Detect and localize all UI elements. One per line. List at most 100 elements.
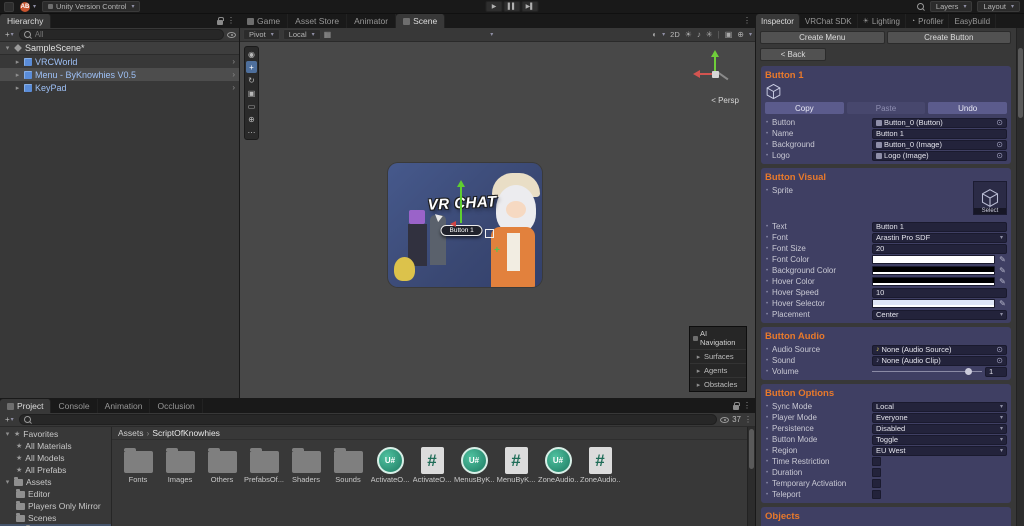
transform-tool[interactable]: ⊕: [246, 113, 257, 125]
ai-nav-surfaces[interactable]: ▸ Surfaces: [690, 349, 746, 363]
hierarchy-item-menu[interactable]: ▸ Menu - ByKnowhies V0.5 ›: [0, 68, 239, 81]
sprite-select-button[interactable]: Select: [974, 208, 1006, 214]
tab-asset-store[interactable]: Asset Store: [288, 14, 348, 28]
eyedropper-icon[interactable]: ✎: [998, 266, 1007, 275]
gizmos-icon[interactable]: ⊕: [737, 30, 744, 39]
view-tool[interactable]: ◉: [246, 48, 257, 60]
tab-occlusion[interactable]: Occlusion: [150, 399, 203, 413]
foldout-icon[interactable]: ▸: [14, 71, 21, 79]
hierarchy-search-input[interactable]: [34, 30, 219, 39]
ai-nav-obstacles[interactable]: ▸ Obstacles: [690, 377, 746, 391]
object-picker-icon[interactable]: ⊙: [996, 356, 1003, 365]
move-tool[interactable]: +: [246, 61, 257, 73]
background-object-field[interactable]: Button_0 (Image) ⊙: [872, 139, 1007, 150]
lock-icon[interactable]: [217, 16, 224, 25]
pause-button[interactable]: ▌▌: [503, 1, 521, 12]
asset-item-activate-script[interactable]: ActivateO...: [412, 444, 452, 484]
scene-preview-image[interactable]: VR CHAT Button 1 +: [388, 163, 542, 287]
button-object-field[interactable]: Button_0 (Button) ⊙: [872, 117, 1007, 128]
volume-value-field[interactable]: 1: [985, 366, 1007, 377]
duration-field[interactable]: [872, 468, 881, 477]
teleport-checkbox[interactable]: [872, 490, 881, 499]
scene-visibility-icon[interactable]: [227, 31, 236, 38]
object-picker-icon[interactable]: ⊙: [996, 118, 1003, 127]
time-restriction-checkbox[interactable]: [872, 457, 881, 466]
tab-vrchat-sdk[interactable]: VRChat SDK: [800, 14, 858, 28]
favorite-all-prefabs[interactable]: ★ All Prefabs: [0, 464, 111, 476]
folder-editor[interactable]: Editor: [0, 488, 111, 500]
tab-animator[interactable]: Animator: [347, 14, 397, 28]
create-button-button[interactable]: Create Button: [886, 31, 1011, 44]
slider-handle[interactable]: [965, 368, 973, 375]
font-size-field[interactable]: 20: [872, 243, 1007, 254]
audio-source-object-field[interactable]: ♪ None (Audio Source) ⊙: [872, 344, 1007, 355]
font-dropdown[interactable]: Arastin Pro SDF ▾: [872, 232, 1007, 243]
asset-item-menu-script[interactable]: MenuByK...: [496, 444, 536, 484]
player-mode-dropdown[interactable]: Everyone ▾: [872, 412, 1007, 423]
2d-toggle[interactable]: 2D: [670, 30, 680, 39]
volume-slider[interactable]: [872, 367, 982, 376]
hierarchy-item-keypad[interactable]: ▸ KeyPad ›: [0, 81, 239, 94]
button-mode-dropdown[interactable]: Toggle ▾: [872, 434, 1007, 445]
scene-lighting-icon[interactable]: ☀: [685, 30, 692, 39]
scene-canvas[interactable]: ◉ + ↻ ▣ ▭ ⊕ ⋯ < Persp VR CHAT Button 1 +…: [240, 42, 755, 398]
folder-players-only-mirror[interactable]: Players Only Mirror: [0, 500, 111, 512]
grid-snap-icon[interactable]: ▦: [324, 30, 332, 39]
perspective-label[interactable]: < Persp: [711, 96, 739, 105]
move-gizmo-y-axis[interactable]: [460, 187, 462, 223]
eyedropper-icon[interactable]: ✎: [998, 255, 1007, 264]
project-search-input[interactable]: [34, 415, 713, 424]
eyedropper-icon[interactable]: ✎: [998, 277, 1007, 286]
y-axis-icon[interactable]: [711, 50, 719, 57]
region-dropdown[interactable]: EU West ▾: [872, 445, 1007, 456]
assets-root[interactable]: ▾ Assets: [0, 476, 111, 488]
foldout-icon[interactable]: ▾: [4, 478, 11, 486]
asset-item-fonts[interactable]: Fonts: [118, 444, 158, 484]
eyedropper-icon[interactable]: ✎: [998, 299, 1007, 308]
kebab-menu-icon[interactable]: ⋮: [744, 415, 752, 424]
breadcrumb-root[interactable]: Assets: [118, 428, 144, 438]
favorite-all-materials[interactable]: ★ All Materials: [0, 440, 111, 452]
tab-game[interactable]: Game: [240, 14, 289, 28]
create-asset-button[interactable]: + ▾: [3, 415, 16, 424]
hierarchy-search[interactable]: [18, 29, 224, 40]
foldout-icon[interactable]: ▸: [14, 84, 21, 92]
undo-button[interactable]: Undo: [928, 102, 1008, 114]
hover-speed-field[interactable]: 10: [872, 287, 1007, 298]
custom-tool[interactable]: ⋯: [246, 126, 257, 138]
play-button[interactable]: ▶: [485, 1, 503, 12]
search-icon[interactable]: [916, 2, 925, 11]
effects-icon[interactable]: ✳: [706, 30, 713, 39]
hierarchy-item-vrcworld[interactable]: ▸ VRCWorld ›: [0, 55, 239, 68]
object-picker-icon[interactable]: ⊙: [996, 140, 1003, 149]
asset-item-activate-udon[interactable]: ActivateO...: [370, 444, 410, 484]
foldout-icon[interactable]: ▾: [4, 430, 11, 438]
back-button[interactable]: < Back: [760, 48, 826, 61]
asset-item-menus-udon[interactable]: MenusByK...: [454, 444, 494, 484]
account-avatar[interactable]: AB: [20, 1, 30, 12]
favorite-all-models[interactable]: ★ All Models: [0, 452, 111, 464]
logo-object-field[interactable]: Logo (Image) ⊙: [872, 150, 1007, 161]
placement-dropdown[interactable]: Center ▾: [872, 309, 1007, 320]
asset-item-zoneaudio-script[interactable]: ZoneAudio...: [580, 444, 620, 484]
project-search[interactable]: [18, 414, 718, 425]
hidden-packages-icon[interactable]: [720, 416, 730, 423]
sound-object-field[interactable]: ♪ None (Audio Clip) ⊙: [872, 355, 1007, 366]
asset-item-zoneaudio-udon[interactable]: ZoneAudio...: [538, 444, 578, 484]
asset-item-others[interactable]: Others: [202, 444, 242, 484]
tab-scene[interactable]: Scene: [396, 14, 446, 28]
open-prefab-icon[interactable]: ›: [232, 83, 235, 92]
kebab-menu-icon[interactable]: ⋮: [227, 17, 235, 25]
layers-dropdown[interactable]: Layers ▾: [929, 1, 973, 12]
foldout-icon[interactable]: ▸: [14, 58, 21, 66]
ai-navigation-header[interactable]: AI Navigation: [690, 327, 746, 349]
scene-header-row[interactable]: ▾ SampleScene*: [0, 42, 239, 55]
background-color-swatch[interactable]: [872, 266, 995, 275]
kebab-menu-icon[interactable]: ⋮: [743, 402, 751, 410]
sprite-preview[interactable]: Select: [973, 181, 1007, 215]
tab-console[interactable]: Console: [51, 399, 98, 413]
add-object-button[interactable]: + ▾: [3, 30, 16, 39]
shading-mode-icon[interactable]: ◐: [652, 30, 657, 39]
scale-tool[interactable]: ▣: [246, 87, 257, 99]
lock-icon[interactable]: [733, 401, 740, 410]
